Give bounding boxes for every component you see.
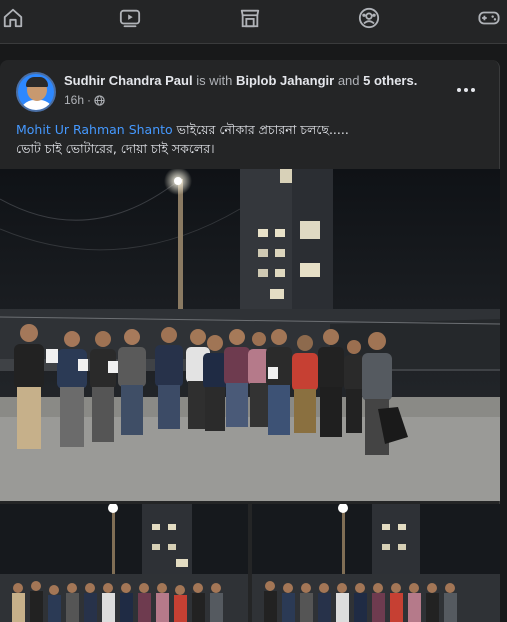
tagged-person[interactable]: Biplob Jahangir bbox=[236, 73, 334, 88]
author-avatar[interactable] bbox=[16, 72, 56, 112]
gaming-icon[interactable] bbox=[476, 6, 502, 30]
post-header: Sudhir Chandra Paul is with Biplob Jahan… bbox=[64, 73, 417, 89]
tagged-others-link[interactable]: 5 others. bbox=[363, 73, 417, 88]
and-text: and bbox=[337, 73, 360, 88]
post-text-line-1-rest: ভাইয়ের নৌকার প্রচারনা চলছে..... bbox=[172, 122, 349, 137]
post-text-line-2: ভোট চাই ভোটারের, দোয়া চাই সকলের। bbox=[16, 141, 215, 156]
mention-link[interactable]: Mohit Ur Rahman Shanto bbox=[16, 122, 173, 137]
post-text-line-1: Mohit Ur Rahman Shanto ভাইয়ের নৌকার প্র… bbox=[16, 120, 486, 139]
globe-icon bbox=[94, 94, 105, 106]
post-photo-2[interactable] bbox=[0, 504, 248, 622]
top-navigation-bar bbox=[0, 0, 507, 44]
post-photo-main[interactable] bbox=[0, 169, 500, 501]
home-icon[interactable] bbox=[0, 6, 26, 30]
video-icon[interactable] bbox=[117, 6, 143, 30]
post-timestamp[interactable]: 16h bbox=[64, 93, 84, 107]
author-name[interactable]: Sudhir Chandra Paul bbox=[64, 73, 193, 88]
post-photo-3[interactable] bbox=[252, 504, 500, 622]
post-meta: 16h · bbox=[64, 93, 105, 107]
marketplace-icon[interactable] bbox=[237, 6, 263, 30]
with-text: is with bbox=[196, 73, 233, 88]
meta-separator: · bbox=[87, 93, 92, 107]
more-options-button[interactable] bbox=[452, 80, 480, 100]
groups-icon[interactable] bbox=[356, 6, 382, 30]
post-message: Mohit Ur Rahman Shanto ভাইয়ের নৌকার প্র… bbox=[16, 120, 486, 158]
post-card: Sudhir Chandra Paul is with Biplob Jahan… bbox=[0, 60, 500, 622]
